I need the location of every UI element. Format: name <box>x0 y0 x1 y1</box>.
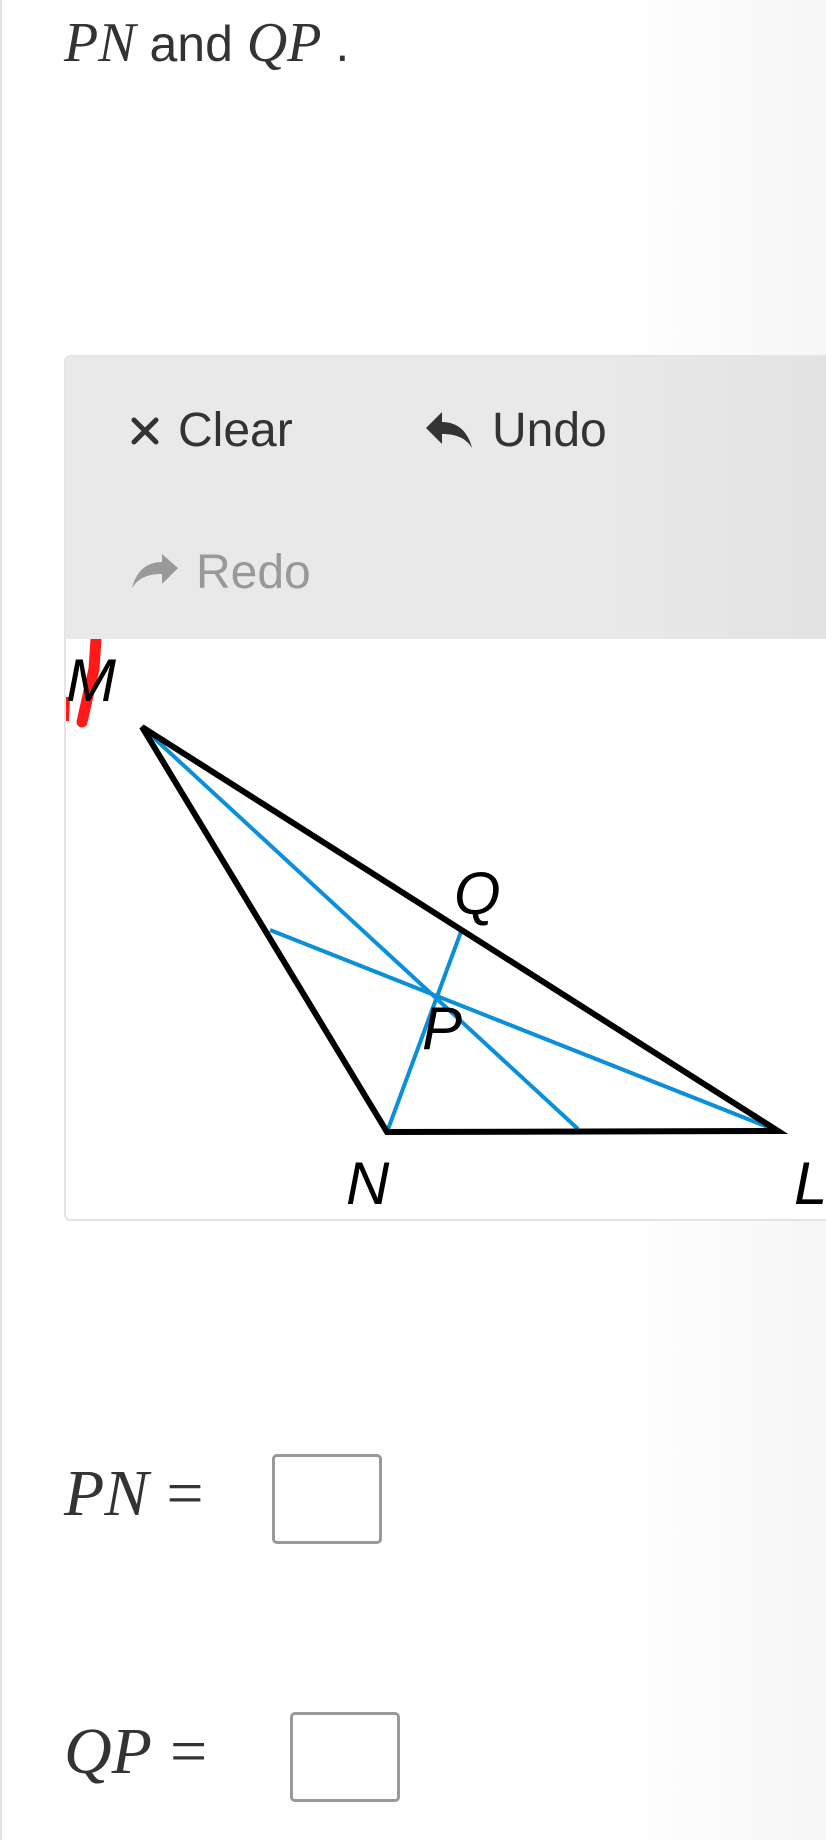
vertex-label-q: Q <box>454 860 501 927</box>
clear-button[interactable]: Clear <box>130 403 293 458</box>
drawing-canvas[interactable]: M Q P N L <box>66 633 826 1219</box>
redo-arrow-icon <box>130 553 178 592</box>
question-prompt: PN and QP . <box>64 8 349 79</box>
equals-sign: = <box>166 1457 204 1530</box>
prompt-period: . <box>321 16 350 72</box>
undo-button[interactable]: Undo <box>426 403 607 458</box>
prompt-math-pn: PN <box>64 12 136 74</box>
vertex-label-n: N <box>346 1150 390 1217</box>
equals-sign: = <box>169 1715 208 1788</box>
answer-row-qp: QP = <box>64 1714 207 1790</box>
drawing-panel: Clear Undo Redo M Q P N L <box>64 355 826 1221</box>
page-left-border <box>0 0 2 1840</box>
answer-label-pn: PN <box>64 1457 149 1530</box>
vertex-label-p: P <box>422 995 462 1062</box>
answer-label-qp: QP <box>64 1715 152 1788</box>
undo-arrow-icon <box>426 411 474 450</box>
undo-label: Undo <box>492 404 607 457</box>
median-from-l <box>269 928 779 1133</box>
redo-button[interactable]: Redo <box>130 545 311 600</box>
triangle-mnl <box>139 724 789 1136</box>
qp-answer-input[interactable] <box>290 1712 400 1802</box>
vertex-label-l: L <box>794 1150 826 1217</box>
pn-answer-input[interactable] <box>272 1454 382 1544</box>
clear-label: Clear <box>178 404 293 457</box>
median-from-m <box>140 725 580 1131</box>
redo-label: Redo <box>196 546 311 599</box>
answer-row-pn: PN = <box>64 1456 204 1532</box>
prompt-text-and: and <box>135 16 247 72</box>
drawing-toolbar: Clear Undo Redo <box>66 357 826 639</box>
prompt-math-qp: QP <box>246 12 322 74</box>
vertex-label-m: M <box>66 647 116 714</box>
close-icon <box>130 416 160 446</box>
